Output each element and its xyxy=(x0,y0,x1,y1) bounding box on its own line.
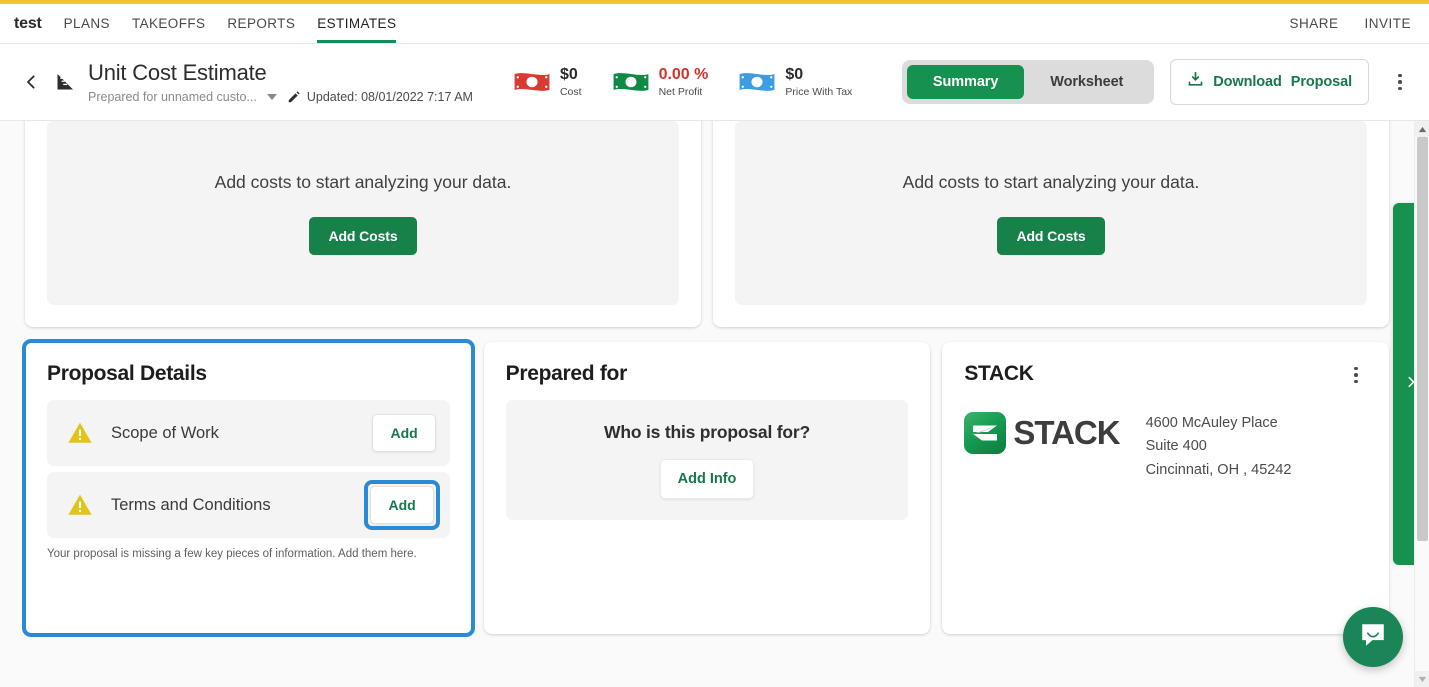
empty-state-left: Add costs to start analyzing your data. … xyxy=(47,121,679,305)
workspace-brand[interactable]: test xyxy=(14,15,42,33)
secondary-nav: SHARE INVITE xyxy=(1289,16,1411,31)
nav-item-invite[interactable]: INVITE xyxy=(1364,16,1411,31)
estimate-title-block: Unit Cost Estimate Prepared for unnamed … xyxy=(88,60,473,103)
estimate-subtitle: Prepared for unnamed custo... Updated: 0… xyxy=(88,90,473,104)
add-scope-of-work-button[interactable]: Add xyxy=(372,414,436,452)
estimate-header: Unit Cost Estimate Prepared for unnamed … xyxy=(0,44,1429,121)
analytics-row: Add costs to start analyzing your data. … xyxy=(25,121,1389,327)
company-address: 4600 McAuley Place Suite 400 Cincinnati,… xyxy=(1146,412,1292,482)
company-address-line-2: Suite 400 xyxy=(1145,438,1207,455)
detail-row-terms-and-conditions: Terms and Conditions Add xyxy=(47,472,450,538)
download-proposal-button[interactable]: Download Proposal xyxy=(1170,59,1369,105)
view-toggle: Summary Worksheet xyxy=(901,60,1155,104)
updated-timestamp: Updated: 08/01/2022 7:17 AM xyxy=(306,89,473,104)
metric-cost-value: $0 xyxy=(559,65,578,83)
main-content: Add costs to start analyzing your data. … xyxy=(0,121,1429,687)
add-costs-button-right[interactable]: Add Costs xyxy=(997,216,1105,255)
metric-cost-label: Cost xyxy=(559,86,582,99)
company-address-line-3: Cincinnati, OH , 45242 xyxy=(1145,461,1292,478)
stack-logo-icon xyxy=(964,412,1007,454)
prepared-for-label[interactable]: Prepared for unnamed custo... xyxy=(88,90,257,104)
download-proposal-label-1: Download xyxy=(1213,74,1282,90)
ruler-triangle-icon xyxy=(52,69,78,95)
chat-launcher-button[interactable] xyxy=(1343,607,1403,667)
stack-logo-wordmark: STACK xyxy=(1013,414,1120,451)
scroll-up-arrow-icon[interactable] xyxy=(1415,121,1429,137)
download-proposal-label-2: Proposal xyxy=(1290,74,1352,90)
company-kebab-menu-icon[interactable] xyxy=(1345,362,1367,388)
tab-summary[interactable]: Summary xyxy=(906,65,1025,99)
warning-triangle-icon xyxy=(68,494,92,515)
scroll-container: Add costs to start analyzing your data. … xyxy=(0,121,1414,687)
header-kebab-menu-icon[interactable] xyxy=(1389,69,1411,95)
top-navigation-bar: test PLANS TAKEOFFS REPORTS ESTIMATES SH… xyxy=(0,4,1429,44)
proposal-details-title: Proposal Details xyxy=(47,362,207,385)
nav-item-reports[interactable]: REPORTS xyxy=(227,4,295,43)
metrics-group: $0 Cost 0.00 % Net Profit $0 Price With … xyxy=(513,66,852,98)
scroll-down-arrow-icon[interactable] xyxy=(1415,671,1429,687)
metric-net-profit-label: Net Profit xyxy=(658,86,703,99)
empty-state-right: Add costs to start analyzing your data. … xyxy=(735,121,1367,305)
prepared-for-question: Who is this proposal for? xyxy=(604,421,810,442)
scrollbar-thumb[interactable] xyxy=(1417,137,1428,541)
company-title: STACK xyxy=(964,362,1034,385)
primary-nav: PLANS TAKEOFFS REPORTS ESTIMATES xyxy=(64,4,397,43)
stack-logo: STACK xyxy=(964,412,1121,454)
company-info: STACK 4600 McAuley Place Suite 400 Cinci… xyxy=(964,412,1367,482)
metric-net-profit: 0.00 % Net Profit xyxy=(612,65,709,99)
detail-label-scope-of-work: Scope of Work xyxy=(111,423,219,442)
detail-label-terms-and-conditions: Terms and Conditions xyxy=(111,495,271,514)
prepared-for-title: Prepared for xyxy=(505,362,628,385)
nav-item-takeoffs[interactable]: TAKEOFFS xyxy=(132,4,205,43)
nav-item-estimates[interactable]: ESTIMATES xyxy=(317,4,397,43)
metric-price-with-tax-label: Price With Tax xyxy=(785,86,853,99)
nav-item-share[interactable]: SHARE xyxy=(1289,16,1338,31)
money-bill-icon xyxy=(514,73,550,91)
add-terms-and-conditions-button[interactable]: Add xyxy=(370,486,434,524)
download-icon xyxy=(1187,71,1204,93)
company-card: STACK STACK 4600 McAuley Place Suite 400… xyxy=(942,342,1390,634)
company-address-line-1: 4600 McAuley Place xyxy=(1145,415,1278,431)
detail-row-scope-of-work: Scope of Work Add xyxy=(47,400,450,466)
empty-state-text: Add costs to start analyzing your data. xyxy=(214,171,512,192)
prepared-for-card: Prepared for Who is this proposal for? A… xyxy=(483,342,931,634)
chat-bubble-icon xyxy=(1358,620,1388,655)
money-bill-icon xyxy=(739,73,775,91)
vertical-scrollbar[interactable] xyxy=(1414,121,1429,687)
add-costs-button-left[interactable]: Add Costs xyxy=(309,216,417,255)
metric-price-with-tax-value: $0 xyxy=(785,65,804,83)
nav-item-plans[interactable]: PLANS xyxy=(64,4,110,43)
add-terms-focus-ring: Add xyxy=(364,480,440,530)
header-actions: Summary Worksheet Download Proposal xyxy=(901,59,1411,105)
pencil-icon[interactable] xyxy=(287,90,301,104)
proposal-details-hint: Your proposal is missing a few key piece… xyxy=(47,548,417,560)
page-title: Unit Cost Estimate xyxy=(88,60,267,86)
chevron-down-icon[interactable] xyxy=(266,93,277,100)
add-info-button[interactable]: Add Info xyxy=(659,458,755,499)
company-card-header: STACK xyxy=(964,362,1367,400)
analytics-card-left: Add costs to start analyzing your data. … xyxy=(25,121,701,327)
proposal-details-card: Proposal Details Scope of Work Add Terms… xyxy=(22,339,475,637)
metric-cost: $0 Cost xyxy=(513,66,582,98)
empty-state-text: Add costs to start analyzing your data. xyxy=(902,171,1200,192)
warning-triangle-icon xyxy=(68,422,92,443)
money-bill-icon xyxy=(613,73,648,91)
analytics-card-right: Add costs to start analyzing your data. … xyxy=(713,121,1389,327)
back-chevron-icon[interactable] xyxy=(18,69,44,95)
metric-price-with-tax: $0 Price With Tax xyxy=(738,66,852,98)
prepared-for-empty-state: Who is this proposal for? Add Info xyxy=(505,400,909,520)
metric-net-profit-value: 0.00 % xyxy=(658,65,709,83)
tab-worksheet[interactable]: Worksheet xyxy=(1024,65,1149,99)
details-row: Proposal Details Scope of Work Add Terms… xyxy=(22,339,1390,637)
